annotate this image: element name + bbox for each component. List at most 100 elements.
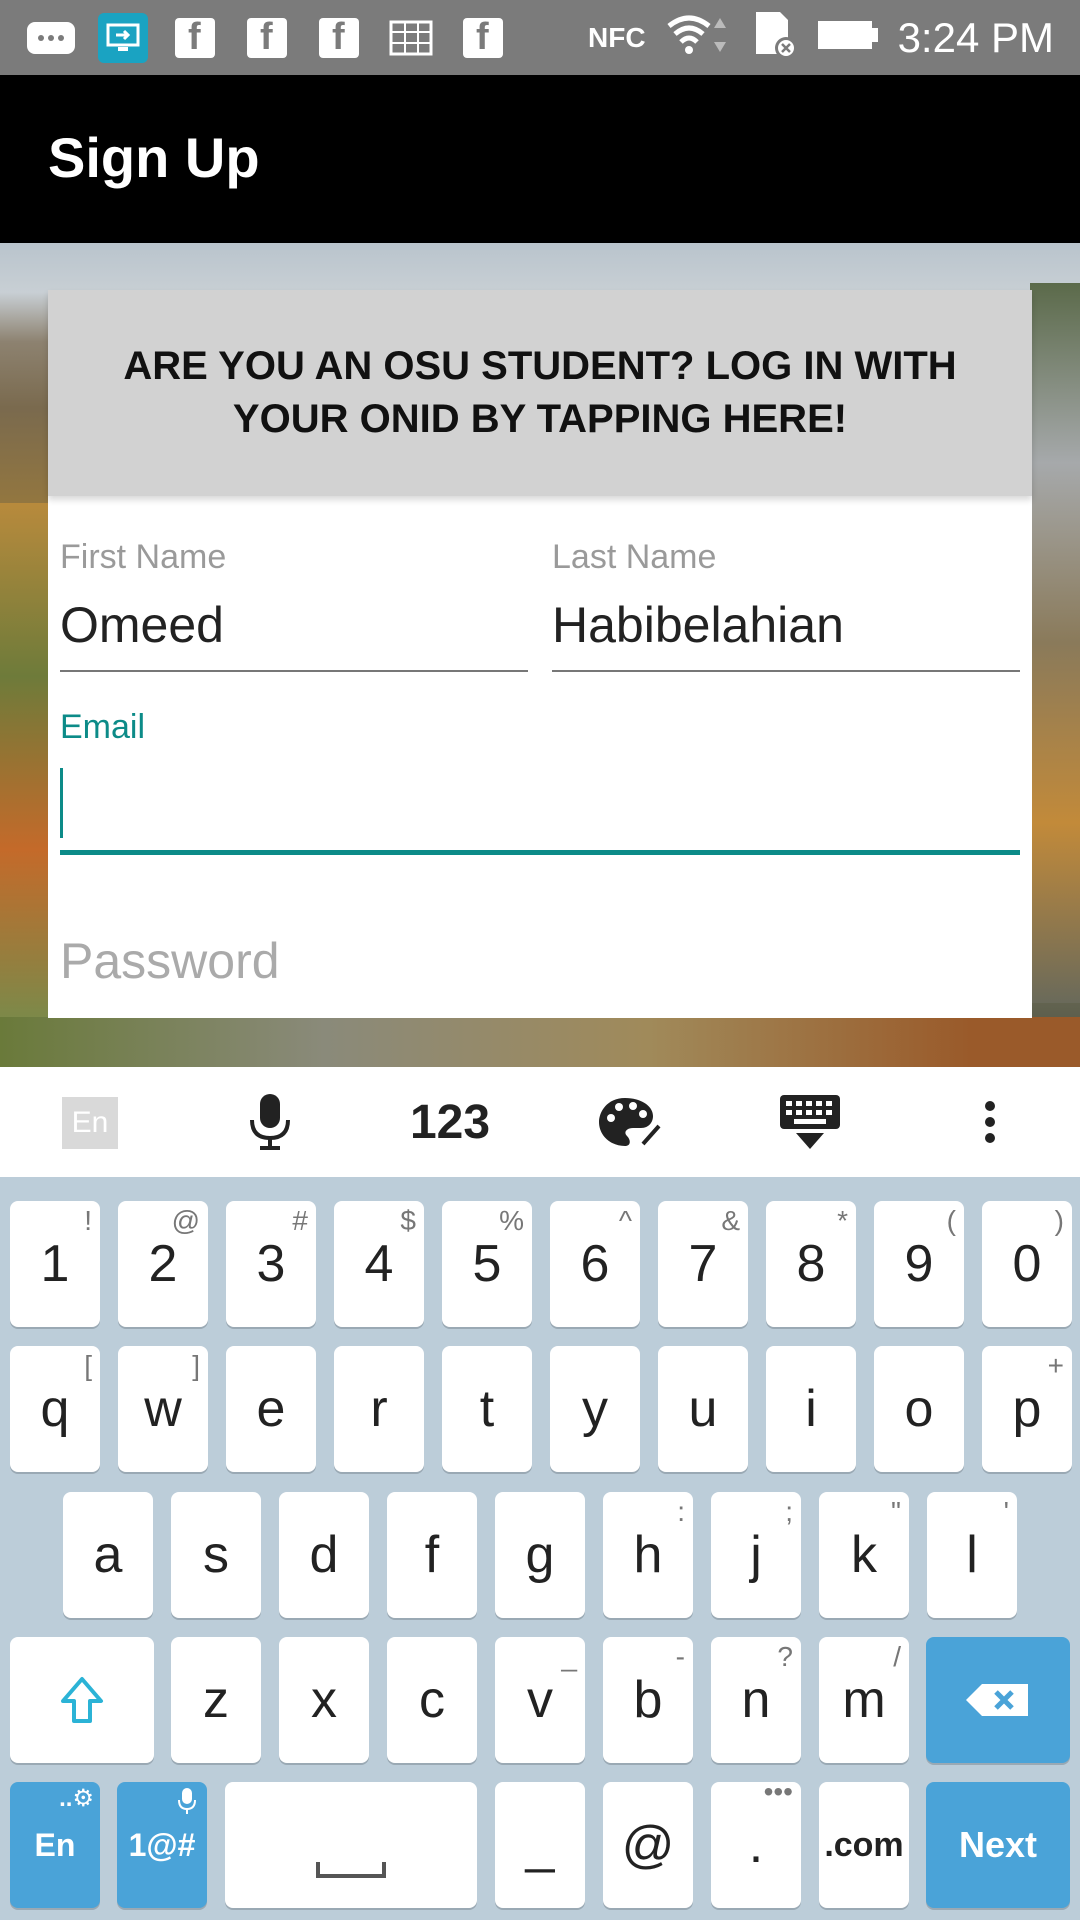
symbols-key-label: 1@# — [128, 1826, 196, 1863]
email-field[interactable]: Email — [60, 708, 1020, 858]
key-e[interactable]: e — [226, 1346, 316, 1472]
password-input[interactable]: Password — [60, 932, 280, 990]
key-hint: [ — [84, 1350, 92, 1381]
key-i[interactable]: i — [766, 1346, 856, 1472]
key-p[interactable]: p + — [982, 1346, 1072, 1472]
language-indicator[interactable]: En — [62, 1097, 118, 1149]
dot-key-label: . — [748, 1816, 764, 1874]
osu-onid-login-button[interactable]: ARE YOU AN OSU STUDENT? LOG IN WITH YOUR… — [48, 290, 1032, 496]
facebook-icon: f — [456, 13, 510, 63]
key-r[interactable]: r — [334, 1346, 424, 1472]
hide-keyboard-icon[interactable] — [770, 1067, 850, 1177]
facebook-icon: f — [240, 13, 294, 63]
key-g[interactable]: g — [495, 1492, 585, 1618]
key-m[interactable]: m / — [819, 1637, 909, 1763]
key-j[interactable]: j; — [711, 1492, 801, 1618]
key-6[interactable]: 6 ^ — [550, 1201, 640, 1327]
key-w[interactable]: w] — [118, 1346, 208, 1472]
key-label: q — [40, 1380, 70, 1438]
key-h[interactable]: h: — [603, 1492, 693, 1618]
key-label: d — [309, 1526, 339, 1584]
key-label: 6 — [580, 1235, 610, 1293]
microphone-icon[interactable] — [230, 1067, 310, 1177]
key-o[interactable]: o — [874, 1346, 964, 1472]
space-key[interactable] — [225, 1782, 477, 1908]
key-z[interactable]: z — [171, 1637, 261, 1763]
space-bar-icon — [316, 1862, 386, 1878]
key-3[interactable]: 3 # — [226, 1201, 316, 1327]
underscore-key[interactable]: _ — [495, 1782, 585, 1908]
key-t[interactable]: t — [442, 1346, 532, 1472]
key-label: g — [525, 1526, 555, 1584]
system-icons: NFC 3:24 PM — [588, 0, 1054, 75]
more-options-icon[interactable] — [960, 1067, 1020, 1177]
last-name-input[interactable]: Habibelahian — [552, 596, 844, 654]
key-l[interactable]: l ' — [927, 1492, 1017, 1618]
key-b[interactable]: b- — [603, 1637, 693, 1763]
key-label: t — [479, 1380, 495, 1438]
wifi-icon — [664, 10, 734, 65]
key-label: 9 — [904, 1235, 934, 1293]
email-input[interactable] — [66, 770, 1006, 836]
key-hint: ^ — [618, 1205, 632, 1236]
key-5[interactable]: 5% — [442, 1201, 532, 1327]
key-u[interactable]: u — [658, 1346, 748, 1472]
first-name-underline — [60, 670, 528, 672]
key-y[interactable]: y — [550, 1346, 640, 1472]
key-label: z — [203, 1671, 229, 1729]
key-1[interactable]: 1! — [10, 1201, 100, 1327]
text-cursor — [60, 768, 63, 838]
key-7[interactable]: 7 & — [658, 1201, 748, 1327]
key-label: w — [144, 1380, 182, 1438]
key-a[interactable]: a — [63, 1492, 153, 1618]
first-name-input[interactable]: Omeed — [60, 596, 224, 654]
palette-icon[interactable] — [590, 1067, 670, 1177]
language-key[interactable]: En ..⚙ — [10, 1782, 100, 1908]
signup-form-card: ARE YOU AN OSU STUDENT? LOG IN WITH YOUR… — [48, 290, 1032, 1018]
key-label: v — [527, 1671, 553, 1729]
key-q[interactable]: q[ — [10, 1346, 100, 1472]
last-name-label: Last Name — [552, 538, 717, 576]
key-k[interactable]: k " — [819, 1492, 909, 1618]
key-f[interactable]: f — [387, 1492, 477, 1618]
numbers-button[interactable]: 123 — [400, 1067, 500, 1177]
key-hint: % — [499, 1205, 524, 1236]
shift-key[interactable] — [10, 1637, 154, 1763]
message-icon — [24, 13, 78, 63]
key-hint: ) — [1054, 1205, 1064, 1236]
sd-card-error-icon — [752, 10, 798, 65]
key-n[interactable]: n? — [711, 1637, 801, 1763]
key-0[interactable]: 0) — [982, 1201, 1072, 1327]
next-key[interactable]: Next — [926, 1782, 1070, 1908]
shift-arrow-icon — [61, 1677, 103, 1723]
key-s[interactable]: s — [171, 1492, 261, 1618]
at-key[interactable]: @ — [603, 1782, 693, 1908]
key-hint: ' — [1003, 1496, 1009, 1527]
key-2[interactable]: 2 @ — [118, 1201, 208, 1327]
key-label: a — [93, 1526, 123, 1584]
last-name-field[interactable]: Last Name Habibelahian — [552, 538, 1020, 678]
key-8[interactable]: 8 * — [766, 1201, 856, 1327]
screen-share-icon — [96, 13, 150, 63]
first-name-field[interactable]: First Name Omeed — [60, 538, 528, 678]
soft-keyboard: 1! 2 @3 #4 $5% 6 ^ 7 & 8 * 9(0) q[w] e r t y u i o p + asdfg… — [0, 1177, 1080, 1920]
key-4[interactable]: 4 $ — [334, 1201, 424, 1327]
key-d[interactable]: d — [279, 1492, 369, 1618]
dotcom-key[interactable]: .com — [819, 1782, 909, 1908]
key-v[interactable]: v _ — [495, 1637, 585, 1763]
password-field[interactable]: Password — [60, 910, 1020, 1010]
key-c[interactable]: c — [387, 1637, 477, 1763]
key-label: m — [842, 1671, 886, 1729]
key-label: k — [851, 1526, 877, 1584]
key-hint: ; — [785, 1496, 793, 1527]
dot-key[interactable]: . ••• — [711, 1776, 801, 1908]
mic-hint-icon — [177, 1786, 197, 1823]
key-9[interactable]: 9( — [874, 1201, 964, 1327]
key-x[interactable]: x — [279, 1637, 369, 1763]
key-hint: / — [893, 1641, 901, 1672]
key-hint: ( — [946, 1205, 956, 1236]
backspace-key[interactable] — [926, 1637, 1070, 1763]
nfc-icon: NFC — [588, 22, 646, 54]
ellipsis-hint: ••• — [763, 1776, 793, 1807]
symbols-key[interactable]: 1@# — [117, 1782, 207, 1908]
